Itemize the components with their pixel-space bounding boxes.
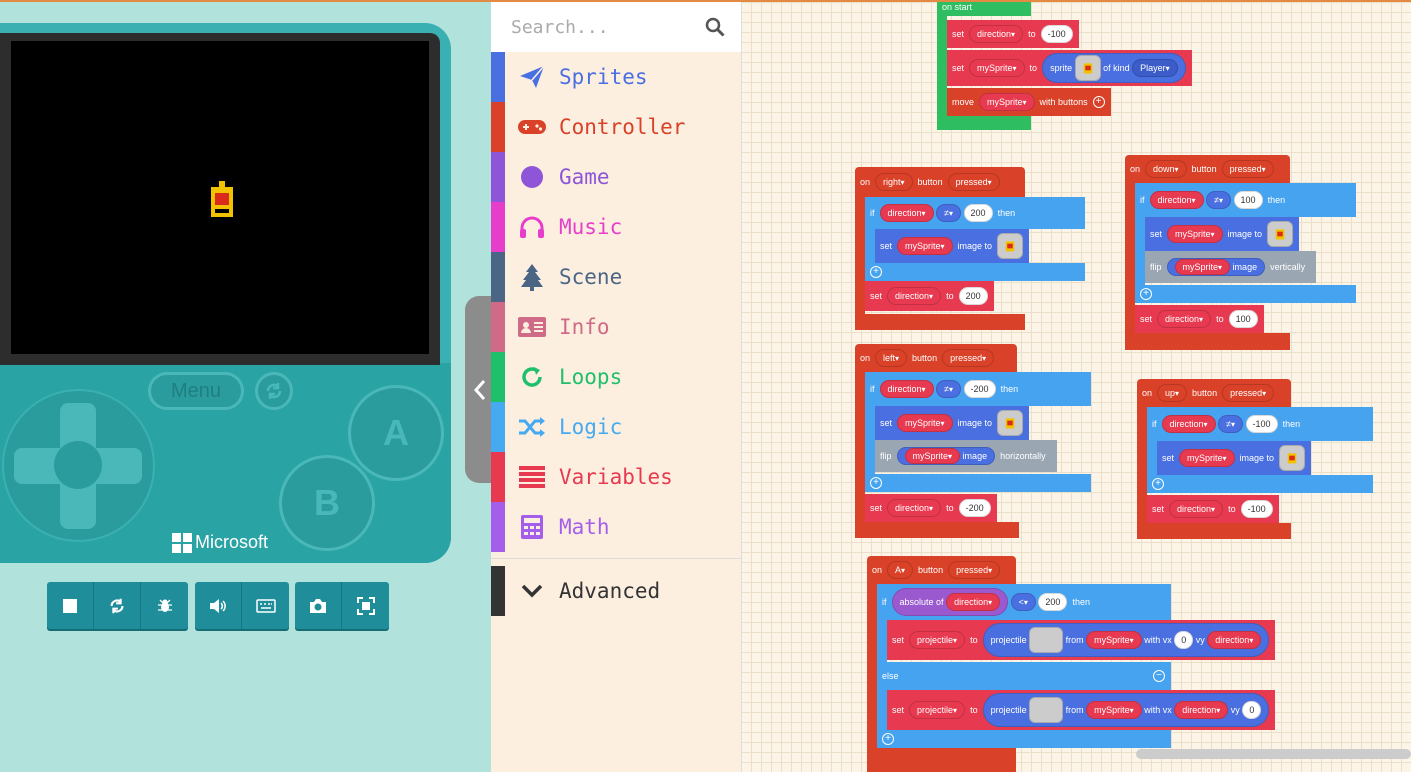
category-label: Game xyxy=(559,165,610,189)
refresh-icon xyxy=(266,383,282,399)
category-info[interactable]: Info xyxy=(491,302,741,352)
search-input[interactable] xyxy=(511,16,691,38)
tree-icon xyxy=(521,264,543,291)
sim-toolbar-group-3 xyxy=(295,582,389,629)
category-label: Advanced xyxy=(559,579,661,603)
category-label: Music xyxy=(559,215,623,239)
category-game[interactable]: Game xyxy=(491,152,741,202)
debug-icon xyxy=(157,599,172,612)
microsoft-logo-icon xyxy=(172,532,192,553)
stop-icon xyxy=(63,598,77,613)
restart-button[interactable] xyxy=(94,582,141,629)
microsoft-brand: Microsoft xyxy=(172,532,268,553)
category-logic[interactable]: Logic xyxy=(491,402,741,452)
screenshot-button[interactable] xyxy=(295,582,342,629)
restart-icon xyxy=(110,598,124,613)
category-label: Variables xyxy=(559,465,673,489)
search-icon[interactable] xyxy=(705,17,725,37)
move-with-buttons-block[interactable]: movemySpritewith buttons+ xyxy=(947,88,1111,116)
keyboard-button[interactable] xyxy=(242,582,289,629)
category-scene[interactable]: Scene xyxy=(491,252,741,302)
fullscreen-button[interactable] xyxy=(342,582,389,629)
screenshot-icon xyxy=(310,598,326,613)
dpad-center xyxy=(54,441,102,489)
collapse-minus-icon[interactable]: − xyxy=(1153,670,1165,682)
chevron-down-icon xyxy=(521,584,543,598)
workspace-horizontal-scrollbar[interactable] xyxy=(1136,749,1411,759)
keyboard-icon xyxy=(255,598,276,613)
reset-button[interactable] xyxy=(255,372,293,410)
shuffle-icon xyxy=(519,417,545,437)
loop-icon xyxy=(522,367,542,387)
category-label: Logic xyxy=(559,415,623,439)
menu-button[interactable]: Menu xyxy=(148,372,244,410)
sim-toolbar-group-2 xyxy=(195,582,289,629)
category-sprites[interactable]: Sprites xyxy=(491,52,741,102)
fullscreen-icon xyxy=(356,596,375,615)
a-button[interactable]: A xyxy=(348,385,444,481)
player-sprite xyxy=(211,181,233,217)
category-music[interactable]: Music xyxy=(491,202,741,252)
paper-plane-icon xyxy=(520,65,545,88)
sound-button[interactable] xyxy=(195,582,242,629)
circle-icon xyxy=(521,166,543,188)
game-screen[interactable] xyxy=(11,41,429,354)
category-label: Scene xyxy=(559,265,623,289)
b-button[interactable]: B xyxy=(279,455,375,551)
category-label: Controller xyxy=(559,115,686,139)
category-math[interactable]: Math xyxy=(491,502,741,552)
category-label: Math xyxy=(559,515,610,539)
blocks-workspace[interactable]: on start setdirectionto-100 setmySpritet… xyxy=(741,2,1411,772)
category-label: Sprites xyxy=(559,65,648,89)
game-console: Menu A B Microsoft xyxy=(0,23,451,563)
list-icon xyxy=(519,466,545,488)
category-variables[interactable]: Variables xyxy=(491,452,741,502)
headphones-icon xyxy=(520,216,544,238)
search-box xyxy=(491,2,741,52)
category-advanced[interactable]: Advanced xyxy=(491,566,741,616)
block-label: on start xyxy=(942,2,973,12)
category-loops[interactable]: Loops xyxy=(491,352,741,402)
chevron-left-icon xyxy=(473,379,486,400)
id-card-icon xyxy=(518,317,546,337)
set-direction-block[interactable]: setdirectionto-100 xyxy=(947,20,1079,48)
stop-button[interactable] xyxy=(47,582,94,629)
gamepad-icon xyxy=(518,120,546,134)
set-mysprite-block[interactable]: setmySpritetosprite of kind Player xyxy=(947,50,1192,86)
expand-plus-icon[interactable]: + xyxy=(1092,96,1105,108)
calculator-icon xyxy=(521,515,543,539)
workspace-border xyxy=(741,2,742,772)
simulator-panel: Menu A B Microsoft xyxy=(0,2,491,772)
sim-toolbar-group-1 xyxy=(47,582,188,629)
sprite-image-thumb[interactable] xyxy=(1074,55,1101,81)
category-label: Info xyxy=(559,315,610,339)
brand-label: Microsoft xyxy=(195,532,269,552)
sound-icon xyxy=(210,598,226,613)
category-label: Loops xyxy=(559,365,623,389)
category-controller[interactable]: Controller xyxy=(491,102,741,152)
toolbox: Sprites Controller Game Music Scene Info… xyxy=(491,2,741,772)
debug-button[interactable] xyxy=(141,582,188,629)
toolbox-separator xyxy=(491,558,741,559)
